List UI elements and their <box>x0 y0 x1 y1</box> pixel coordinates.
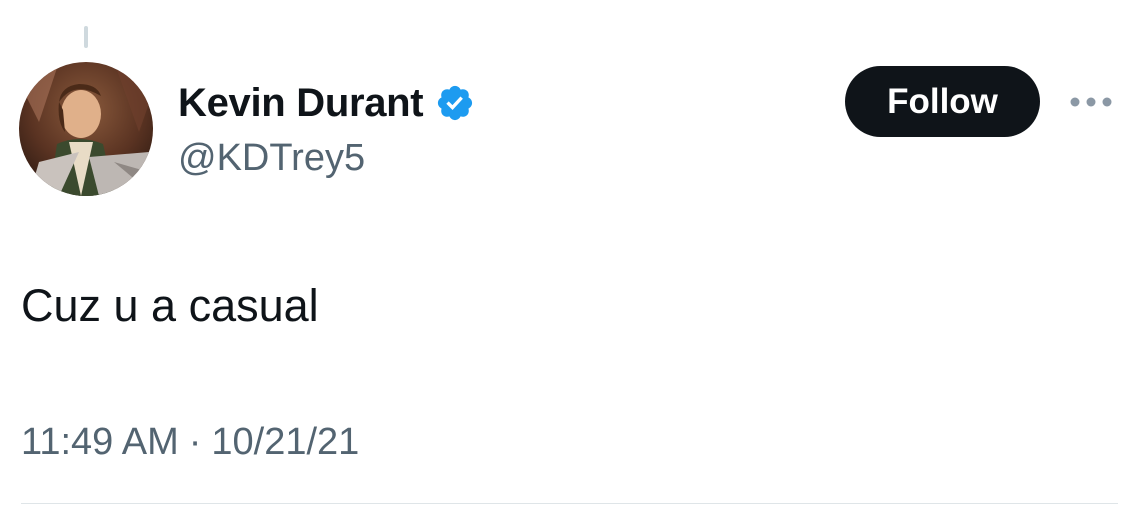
tweet-text: Cuz u a casual <box>21 280 319 331</box>
more-options-icon[interactable] <box>1066 88 1116 116</box>
follow-button[interactable]: Follow <box>845 66 1040 137</box>
tweet-date[interactable]: 10/21/21 <box>211 418 359 466</box>
author-name-row: Kevin Durant <box>178 78 475 128</box>
thread-connector-line <box>84 26 88 48</box>
timestamp-separator: · <box>188 421 202 463</box>
verified-badge-icon[interactable] <box>435 83 475 123</box>
tweet-timestamp[interactable]: 11:49 AM · 10/21/21 <box>21 418 359 466</box>
author-handle[interactable]: @KDTrey5 <box>178 134 365 182</box>
tweet-time[interactable]: 11:49 AM <box>21 418 179 466</box>
avatar[interactable] <box>19 62 153 196</box>
divider <box>21 503 1118 504</box>
author-display-name[interactable]: Kevin Durant <box>178 78 424 128</box>
